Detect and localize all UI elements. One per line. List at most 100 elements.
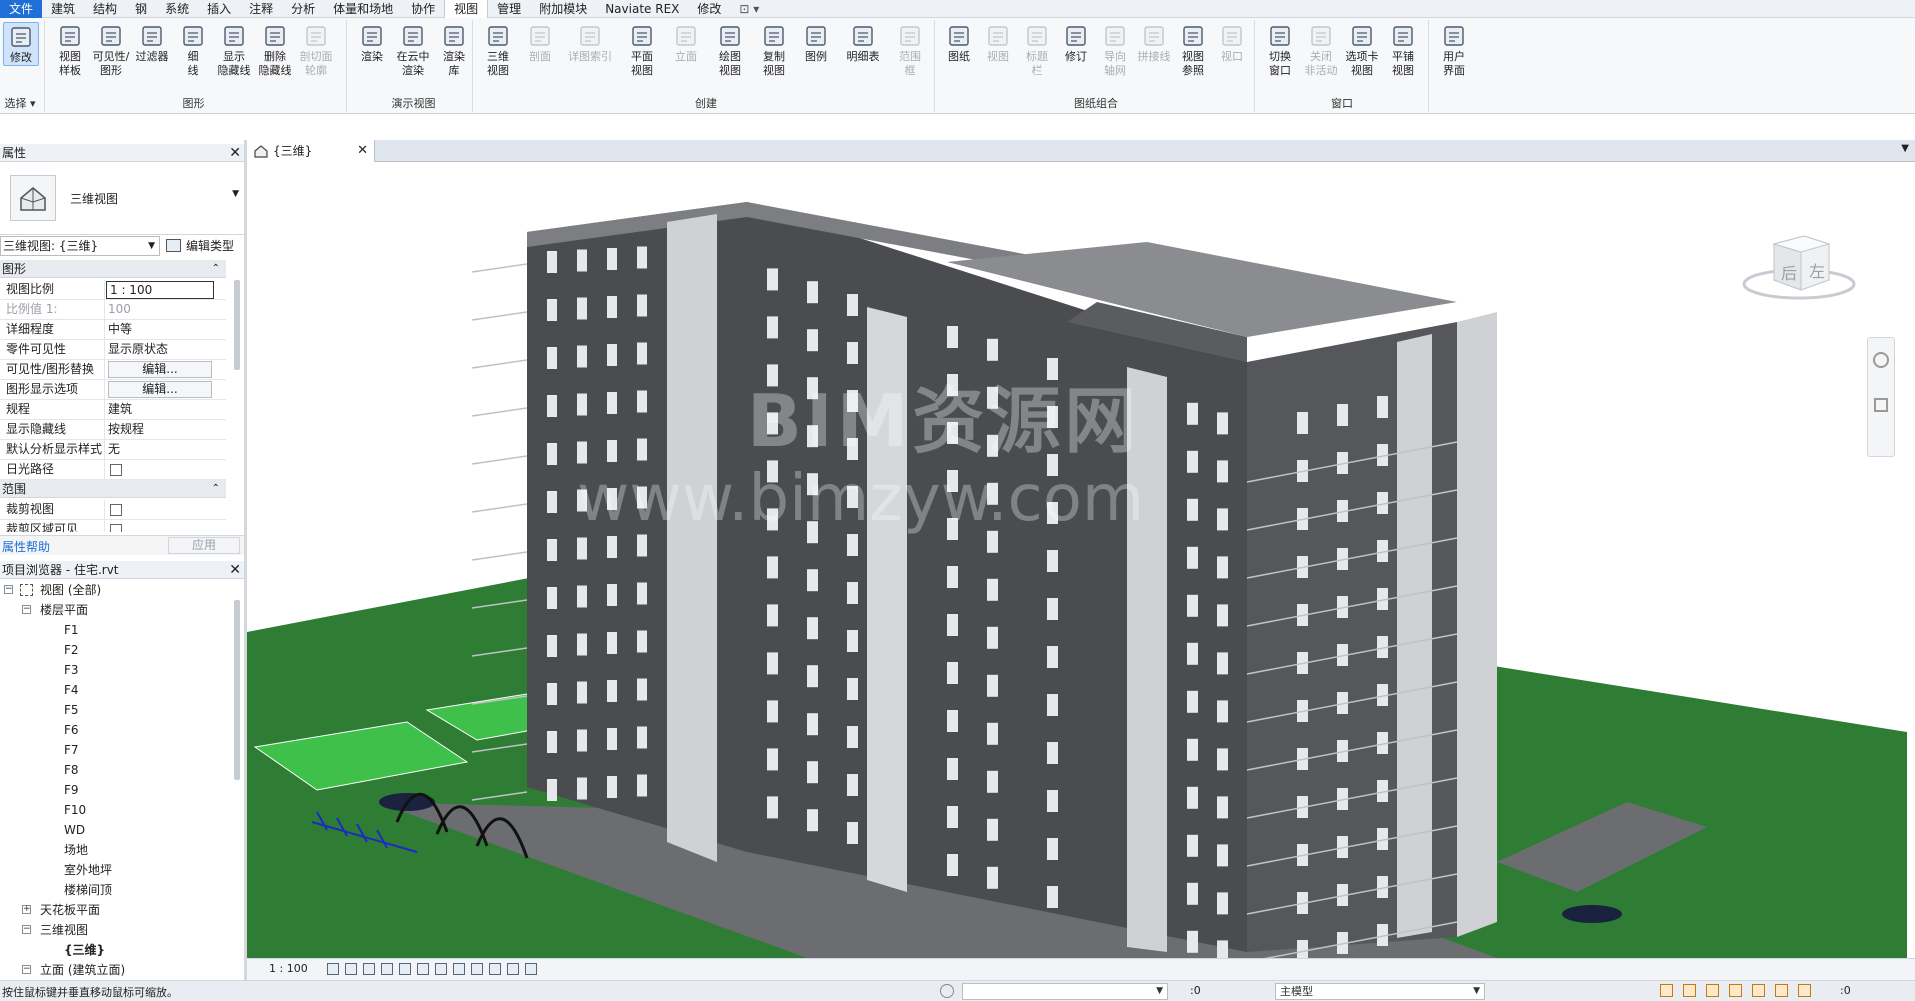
create-button-5[interactable]: 绘图 视图 — [708, 22, 752, 78]
graphics-button-2[interactable]: 过滤器 — [132, 22, 172, 64]
create-button-3[interactable]: 平面 视图 — [620, 22, 664, 78]
modify-button[interactable]: 修改 — [3, 22, 39, 66]
tree-node[interactable]: 天花板平面 — [40, 902, 100, 918]
sheet-button-1[interactable]: 视图 — [979, 22, 1017, 64]
presentation-button-2[interactable]: 渲染 库 — [434, 22, 474, 78]
filter-icon[interactable] — [1798, 984, 1811, 997]
drag-elements-icon[interactable] — [1752, 984, 1765, 997]
steering-wheel-icon[interactable] — [1873, 352, 1889, 368]
tree-node[interactable]: F3 — [64, 662, 79, 678]
tab-close-icon[interactable]: ✕ — [357, 140, 368, 162]
tree-node[interactable]: 三维视图 — [40, 922, 88, 938]
tree-node[interactable]: F6 — [64, 722, 79, 738]
property-checkbox[interactable] — [110, 504, 122, 516]
reveal-hidden-icon[interactable] — [489, 963, 501, 975]
menu-tab-1[interactable]: 建筑 — [42, 0, 84, 18]
apply-button[interactable]: 应用 — [168, 537, 240, 554]
presentation-button-1[interactable]: 在云中 渲染 — [393, 22, 433, 78]
tree-node[interactable]: F2 — [64, 642, 79, 658]
create-button-6[interactable]: 复制 视图 — [754, 22, 794, 78]
temporary-hide-icon[interactable] — [471, 963, 483, 975]
menu-tab-9[interactable]: 协作 — [402, 0, 444, 18]
property-row[interactable]: 规程 建筑 — [0, 400, 226, 420]
collapse-icon[interactable]: ⌃ — [212, 260, 220, 278]
property-row[interactable]: 日光路径 — [0, 460, 226, 480]
sheet-button-6[interactable]: 视图 参照 — [1174, 22, 1212, 78]
tree-node[interactable]: {三维} — [64, 942, 105, 958]
property-row[interactable]: 显示隐藏线 按规程 — [0, 420, 226, 440]
properties-type-selector[interactable]: 三维视图 ▼ — [0, 163, 245, 235]
tree-node[interactable]: F8 — [64, 762, 79, 778]
menu-tab-14[interactable]: 修改 — [688, 0, 730, 18]
quick-access-dropdown-icon[interactable]: ⊡ ▾ — [730, 0, 768, 18]
crop-view-icon[interactable] — [417, 963, 429, 975]
property-checkbox[interactable] — [110, 524, 122, 532]
property-row[interactable]: 视图比例 1 : 100 — [0, 280, 226, 300]
tree-node[interactable]: 场地 — [64, 842, 88, 858]
menu-tab-0[interactable]: 文件 — [0, 0, 43, 18]
tree-node[interactable]: F1 — [64, 622, 79, 638]
properties-close-icon[interactable]: ✕ — [229, 144, 241, 162]
analysis-icon[interactable] — [525, 963, 537, 975]
tree-node[interactable]: WD — [64, 822, 85, 838]
create-button-2[interactable]: 详图索引 — [562, 22, 618, 64]
tree-node[interactable]: F7 — [64, 742, 79, 758]
type-dropdown-arrow-icon[interactable]: ▼ — [232, 189, 239, 199]
shadows-icon[interactable] — [381, 963, 393, 975]
properties-help-link[interactable]: 属性帮助 — [2, 538, 50, 555]
project-browser-close-icon[interactable]: ✕ — [229, 561, 241, 579]
section-header[interactable]: 范围 ⌃ — [0, 480, 226, 498]
tree-node[interactable]: 立面 (建筑立面) — [40, 962, 125, 978]
lock-3d-icon[interactable] — [453, 963, 465, 975]
tree-node[interactable]: F5 — [64, 702, 79, 718]
property-row[interactable]: 图形显示选项 编辑... — [0, 380, 226, 400]
detail-level-icon[interactable] — [327, 963, 339, 975]
tab-list-chevron-icon[interactable]: ▼ — [1901, 143, 1909, 154]
select-pinned-icon[interactable] — [1706, 984, 1719, 997]
create-button-9[interactable]: 范围 框 — [890, 22, 930, 78]
graphics-button-1[interactable]: 可见性/ 图形 — [91, 22, 131, 78]
property-edit-button[interactable]: 编辑... — [108, 361, 212, 378]
graphics-button-4[interactable]: 显示 隐藏线 — [214, 22, 254, 78]
sheet-button-2[interactable]: 标题 栏 — [1018, 22, 1056, 78]
tree-expander-icon[interactable]: − — [4, 585, 13, 594]
view-scale[interactable]: 1 : 100 — [269, 962, 308, 975]
create-button-0[interactable]: 三维 视图 — [478, 22, 518, 78]
property-row[interactable]: 详细程度 中等 — [0, 320, 226, 340]
user-interface-button[interactable]: 用户 界面 — [1434, 22, 1474, 78]
presentation-button-0[interactable]: 渲染 — [352, 22, 392, 64]
3d-view-canvas[interactable]: BIM资源网 www.bimzyw.com 后 左 — [247, 162, 1915, 958]
property-row[interactable]: 可见性/图形替换 编辑... — [0, 360, 226, 380]
worksharing-icon[interactable] — [507, 963, 519, 975]
edit-type-button[interactable]: 编辑类型 — [164, 236, 246, 256]
menu-tab-7[interactable]: 分析 — [282, 0, 324, 18]
create-button-1[interactable]: 剖面 — [520, 22, 560, 64]
tree-node[interactable]: 楼层平面 — [40, 602, 88, 618]
tree-node[interactable]: 室外地坪 — [64, 862, 112, 878]
sheet-button-3[interactable]: 修订 — [1057, 22, 1095, 64]
workset-icon[interactable] — [940, 984, 954, 998]
show-crop-icon[interactable] — [435, 963, 447, 975]
create-button-8[interactable]: 明细表 — [838, 22, 888, 64]
menu-tab-6[interactable]: 注释 — [240, 0, 282, 18]
visual-style-icon[interactable] — [345, 963, 357, 975]
render-icon[interactable] — [399, 963, 411, 975]
graphics-button-5[interactable]: 删除 隐藏线 — [255, 22, 295, 78]
sheet-button-7[interactable]: 视口 — [1213, 22, 1251, 64]
viewcube-left-face[interactable]: 左 — [1809, 258, 1825, 282]
properties-scrollbar[interactable] — [234, 280, 240, 370]
menu-tab-10[interactable]: 视图 — [444, 0, 489, 18]
window-button-3[interactable]: 平铺 视图 — [1383, 22, 1423, 78]
graphics-button-0[interactable]: 视图 样板 — [50, 22, 90, 78]
navigation-bar[interactable] — [1867, 337, 1895, 457]
section-header[interactable]: 图形 ⌃ — [0, 260, 226, 278]
sheet-button-5[interactable]: 拼接线 — [1135, 22, 1173, 64]
menu-tab-2[interactable]: 结构 — [84, 0, 126, 18]
viewcube-back-face[interactable]: 后 — [1781, 260, 1797, 284]
graphics-button-3[interactable]: 细 线 — [173, 22, 213, 78]
menu-tab-11[interactable]: 管理 — [488, 0, 530, 18]
tree-node[interactable]: 楼梯间顶 — [64, 882, 112, 898]
window-button-2[interactable]: 选项卡 视图 — [1342, 22, 1382, 78]
select-underlay-icon[interactable] — [1683, 984, 1696, 997]
property-row[interactable]: 裁剪区域可见 — [0, 520, 226, 532]
